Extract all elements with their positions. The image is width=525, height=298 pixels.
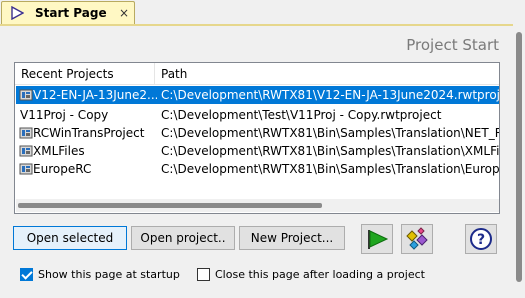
project-name: RCWinTransProject [33, 126, 145, 140]
project-path: C:\Development\RWTX81\V12-EN-JA-13June20… [161, 88, 500, 102]
wizard-button[interactable] [401, 224, 433, 254]
list-item[interactable]: XMLFiles C:\Development\RWTX81\Bin\Sampl… [16, 142, 500, 160]
column-header-path[interactable]: Path [155, 63, 499, 85]
tab-start-page[interactable]: Start Page × [1, 1, 135, 25]
project-name: XMLFiles [33, 144, 85, 158]
list-item[interactable]: RCWinTransProject C:\Development\RWTX81\… [16, 124, 500, 142]
list-header: Recent Projects Path [15, 63, 499, 85]
project-file-icon [19, 145, 33, 157]
open-project-button[interactable]: Open project.. [131, 226, 235, 250]
project-file-icon [19, 89, 33, 101]
run-button[interactable] [361, 224, 393, 254]
project-path: C:\Development\RWTX81\Bin\Samples\Transl… [161, 126, 500, 140]
project-name: V11Proj - Copy [20, 108, 109, 122]
tab-close-icon[interactable]: × [119, 5, 129, 21]
list-item[interactable]: V11Proj - Copy C:\Development\Test\V11Pr… [16, 106, 499, 124]
project-file-icon [19, 163, 33, 175]
list-item[interactable]: EuropeRC C:\Development\RWTX81\Bin\Sampl… [16, 160, 500, 178]
vertical-scrollbar-thumb[interactable] [516, 32, 522, 282]
page-heading: Project Start [406, 36, 499, 54]
project-name: V12-EN-JA-13June2... [33, 88, 157, 102]
wizard-diamonds-icon [406, 227, 428, 250]
recent-projects-list[interactable]: Recent Projects Path V12-EN-JA-13June2..… [14, 62, 500, 214]
new-project-button[interactable]: New Project... [239, 226, 345, 250]
project-name: EuropeRC [33, 162, 92, 176]
help-question-icon: ? [470, 228, 492, 250]
project-path: C:\Development\Test\V11Proj - Copy.rwtpr… [161, 108, 442, 122]
tab-title: Start Page [35, 6, 107, 20]
svg-text:?: ? [477, 232, 485, 248]
list-item[interactable]: V12-EN-JA-13June2... C:\Development\RWTX… [16, 86, 500, 104]
project-path: C:\Development\RWTX81\Bin\Samples\Transl… [161, 162, 500, 176]
column-header-recent-projects[interactable]: Recent Projects [15, 63, 155, 85]
start-page-triangle-icon [11, 6, 24, 20]
checkbox-checked-icon[interactable] [20, 267, 33, 281]
open-selected-button[interactable]: Open selected [13, 226, 127, 250]
close-after-load-label: Close this page after loading a project [215, 267, 425, 281]
horizontal-scrollbar-thumb[interactable] [18, 203, 322, 208]
document-tab-strip: Start Page × [0, 0, 525, 25]
show-at-startup-checkbox[interactable]: Show this page at startup [20, 266, 180, 282]
project-path: C:\Development\RWTX81\Bin\Samples\Transl… [161, 144, 500, 158]
show-at-startup-label: Show this page at startup [38, 267, 180, 281]
close-after-load-checkbox[interactable]: Close this page after loading a project [197, 266, 425, 282]
project-file-icon [19, 127, 33, 139]
help-button[interactable]: ? [465, 224, 497, 254]
vertical-scrollbar[interactable] [513, 24, 525, 298]
start-page-panel: Project Start Recent Projects Path V12-E… [0, 24, 513, 298]
checkbox-unchecked-icon[interactable] [197, 267, 210, 281]
horizontal-scrollbar[interactable] [16, 199, 499, 212]
green-flag-icon [368, 230, 389, 249]
